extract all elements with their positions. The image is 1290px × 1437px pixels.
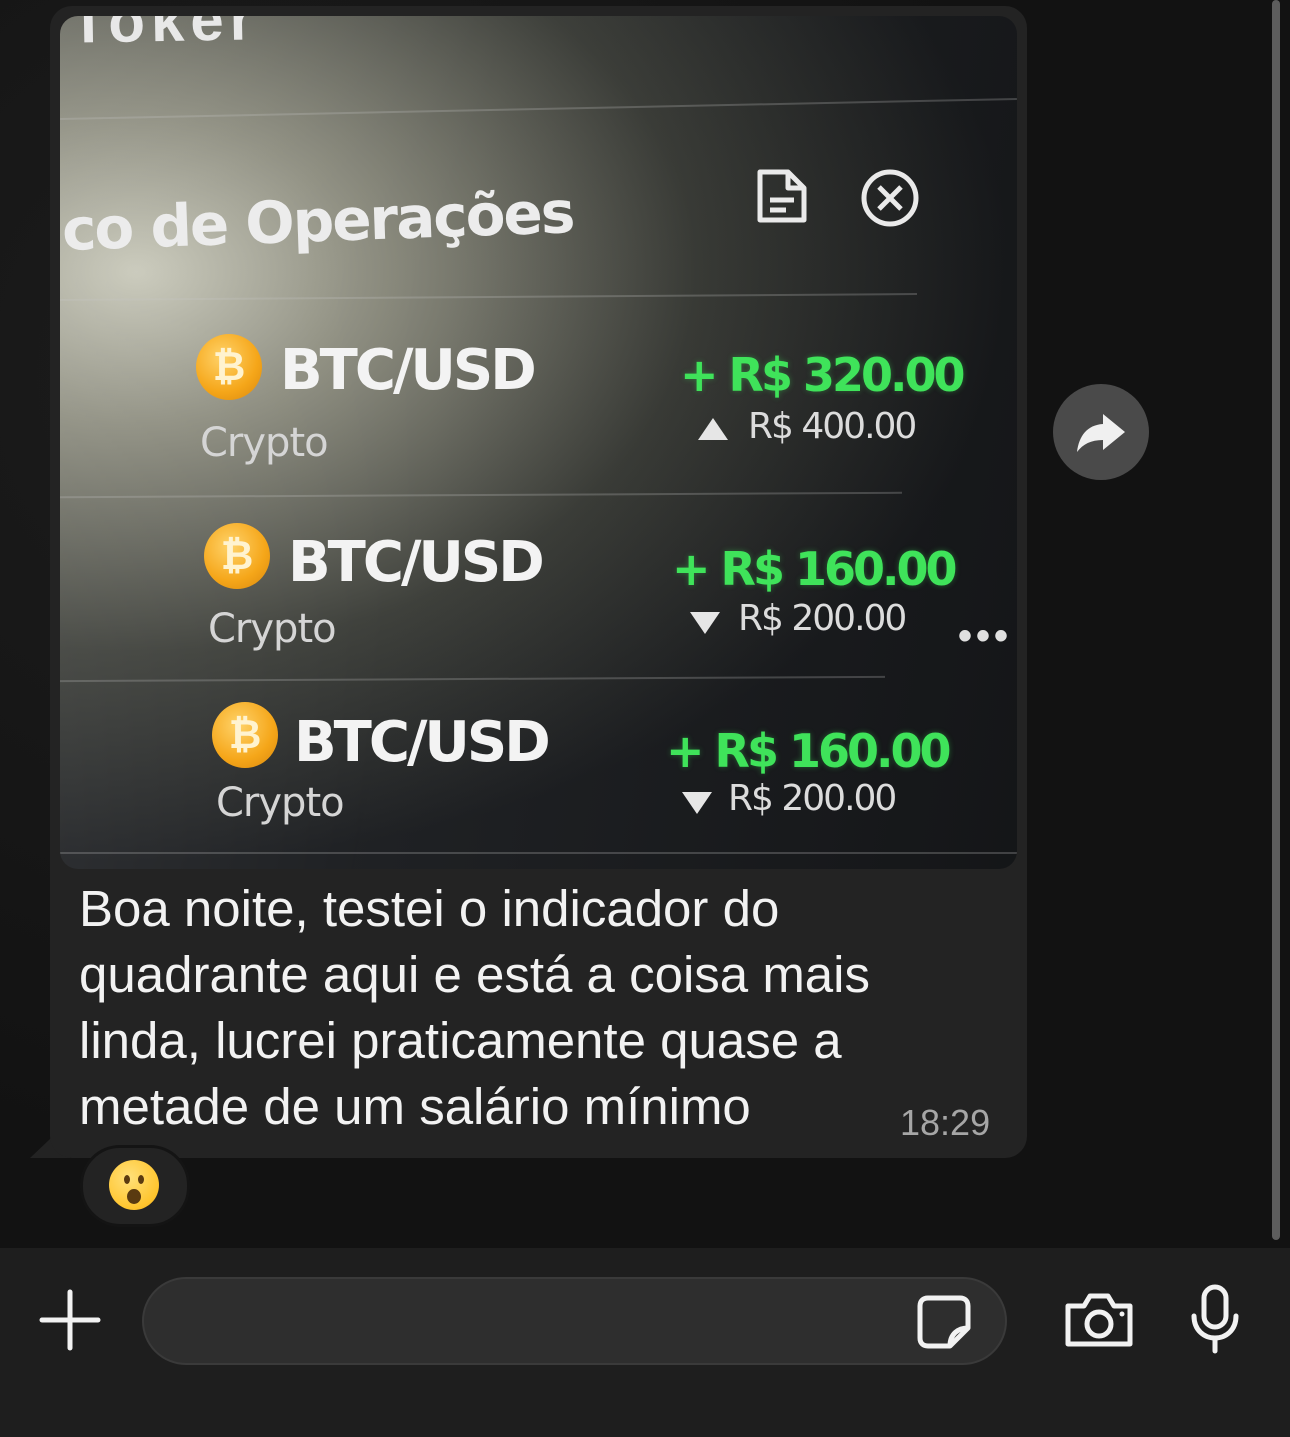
triangle-down-icon (682, 792, 712, 814)
forward-button[interactable] (1053, 384, 1149, 480)
message-bubble[interactable]: Toker co de Operações ₿ BTC/USD Crypto +… (50, 6, 1027, 1158)
sticker-icon[interactable] (914, 1292, 974, 1352)
reaction-badge[interactable] (80, 1145, 190, 1227)
message-photo[interactable]: Toker co de Operações ₿ BTC/USD Crypto +… (60, 16, 1017, 869)
plus-icon[interactable] (38, 1288, 102, 1352)
message-input[interactable] (142, 1277, 1007, 1365)
emoji-eye (124, 1175, 130, 1184)
trade-profit: + R$ 320.00 (680, 348, 966, 402)
more-dots: ••• (958, 614, 1013, 658)
trade-category: Crypto (200, 420, 329, 466)
forward-arrow-icon (1077, 414, 1125, 452)
trade-category: Crypto (208, 606, 337, 652)
trade-stake: R$ 200.00 (738, 598, 907, 639)
bitcoin-coin-icon: ₿ (196, 334, 262, 400)
message-time: 18:29 (900, 1102, 991, 1143)
trade-pair: BTC/USD (280, 338, 537, 403)
photo-divider (60, 852, 1017, 854)
document-icon (757, 169, 807, 223)
bitcoin-coin-icon: ₿ (212, 702, 278, 768)
camera-icon[interactable] (1062, 1290, 1136, 1350)
trade-pair: BTC/USD (294, 710, 551, 775)
trade-stake: R$ 200.00 (728, 778, 897, 819)
surprised-face-icon (109, 1160, 159, 1210)
microphone-icon[interactable] (1188, 1284, 1242, 1354)
close-circle-icon (861, 169, 919, 227)
triangle-up-icon (698, 418, 728, 440)
emoji-mouth (127, 1189, 141, 1204)
photo-top-text: Toker (69, 16, 260, 56)
trade-profit: + R$ 160.00 (672, 542, 958, 596)
trade-stake: R$ 400.00 (748, 406, 917, 447)
emoji-eye (138, 1175, 144, 1184)
scrollbar[interactable] (1272, 0, 1280, 1240)
trade-category: Crypto (216, 780, 345, 826)
bitcoin-coin-icon: ₿ (204, 523, 270, 589)
message-text: Boa noite, testei o indicador do quadran… (79, 880, 870, 1135)
trade-profit: + R$ 160.00 (666, 724, 952, 778)
trade-pair: BTC/USD (288, 530, 545, 595)
triangle-down-icon (690, 612, 720, 634)
